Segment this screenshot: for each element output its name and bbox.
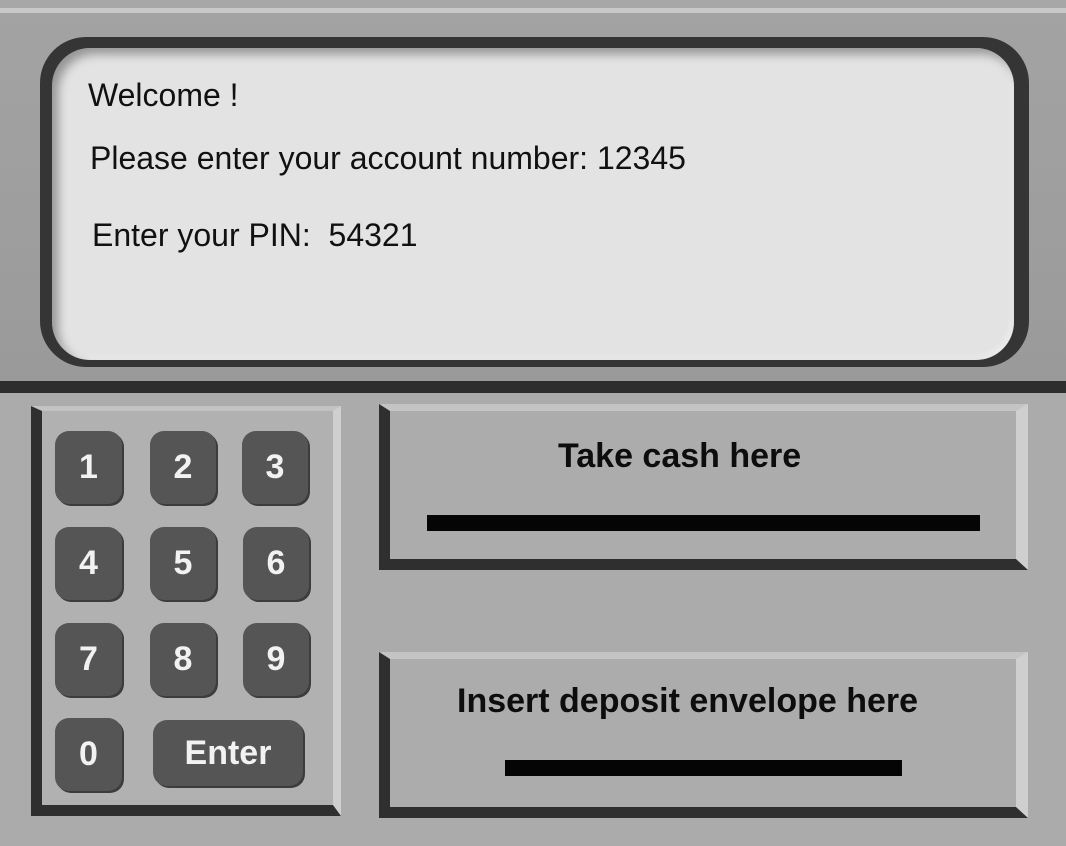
account-number-prompt: Please enter your account number: 12345: [90, 140, 686, 176]
key-0[interactable]: 0: [55, 718, 122, 791]
welcome-message: Welcome !: [88, 77, 239, 113]
key-7[interactable]: 7: [55, 623, 122, 696]
pin-prompt: Enter your PIN: 54321: [92, 217, 418, 253]
cash-dispenser-panel: [379, 404, 1028, 570]
panel-divider: [0, 381, 1066, 393]
key-4[interactable]: 4: [55, 527, 122, 600]
deposit-envelope-slot[interactable]: [505, 760, 902, 776]
key-3[interactable]: 3: [242, 431, 308, 504]
cash-dispenser-label: Take cash here: [558, 437, 802, 475]
deposit-slot-panel: [379, 652, 1028, 818]
atm-window: Welcome ! Please enter your account numb…: [0, 0, 1066, 846]
enter-button[interactable]: Enter: [153, 720, 303, 786]
deposit-slot-label: Insert deposit envelope here: [457, 682, 919, 720]
key-8[interactable]: 8: [150, 623, 216, 696]
key-1[interactable]: 1: [55, 431, 122, 504]
key-5[interactable]: 5: [150, 527, 216, 600]
key-6[interactable]: 6: [243, 527, 309, 600]
key-9[interactable]: 9: [243, 623, 309, 696]
key-2[interactable]: 2: [150, 431, 216, 504]
cash-dispenser-slot[interactable]: [427, 515, 980, 531]
